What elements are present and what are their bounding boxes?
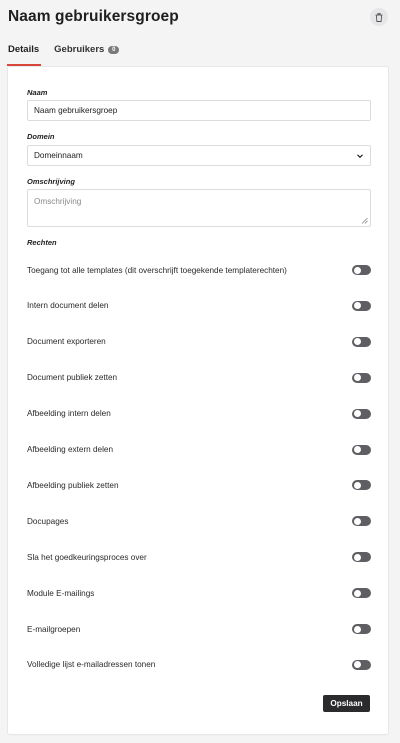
permission-toggle[interactable]	[352, 588, 371, 599]
permission-row: Document publiek zetten	[27, 371, 371, 385]
permission-label: Module E-mailings	[27, 588, 95, 598]
permission-toggle[interactable]	[352, 659, 371, 670]
trash-icon	[375, 12, 383, 22]
permission-row: Document exporteren	[27, 335, 371, 349]
tab-users-label: Gebruikers	[54, 44, 105, 55]
users-count-badge: 0	[108, 45, 120, 54]
permission-label: E-mailgroepen	[27, 624, 81, 634]
name-input[interactable]: Naam gebruikersgroep	[27, 100, 371, 121]
permission-row: Afbeelding intern delen	[27, 407, 371, 421]
description-placeholder: Omschrijving	[34, 197, 82, 206]
page-header: Naam gebruikersgroep	[0, 0, 400, 32]
permission-row: Toegang tot alle templates (dit overschr…	[27, 263, 371, 277]
permission-row: E-mailgroepen	[27, 622, 371, 636]
save-button[interactable]: Opslaan	[323, 695, 370, 712]
name-label: Naam	[27, 88, 48, 97]
page-title: Naam gebruikersgroep	[8, 8, 179, 25]
name-input-value: Naam gebruikersgroep	[34, 106, 118, 115]
permission-toggle[interactable]	[352, 624, 371, 634]
tab-bar: Details Gebruikers 0	[0, 32, 400, 66]
permission-label: Volledige lijst e-mailadressen tonen	[27, 660, 156, 670]
permission-label: Afbeelding extern delen	[27, 445, 114, 454]
resize-grip-icon[interactable]	[361, 217, 368, 224]
permission-toggle[interactable]	[352, 408, 371, 419]
permission-toggle[interactable]	[352, 300, 371, 311]
permission-label: Docupages	[27, 516, 69, 526]
description-label: Omschrijving	[27, 177, 75, 186]
permission-label: Sla het goedkeuringsproces over	[27, 552, 147, 562]
permission-row: Module E-mailings	[27, 586, 371, 600]
permission-label: Document publiek zetten	[27, 373, 118, 383]
description-textarea[interactable]: Omschrijving	[27, 189, 371, 227]
domain-select-value: Domeinnaam	[34, 151, 83, 160]
tab-details[interactable]: Details	[6, 44, 42, 66]
tab-details-label: Details	[8, 44, 40, 55]
permission-label: Afbeelding intern delen	[27, 409, 111, 419]
domain-label: Domein	[27, 132, 55, 141]
chevron-down-icon	[357, 153, 363, 158]
permission-toggle[interactable]	[352, 336, 371, 347]
permission-toggle[interactable]	[352, 372, 371, 383]
details-card: Naam Naam gebruikersgroep Domein Domeinn…	[8, 67, 388, 734]
domain-select[interactable]: Domeinnaam	[27, 145, 371, 166]
permission-label: Intern document delen	[27, 301, 109, 311]
permission-toggle[interactable]	[352, 265, 371, 275]
permission-toggle[interactable]	[352, 444, 371, 455]
tab-users[interactable]: Gebruikers 0	[54, 44, 120, 66]
permission-toggle[interactable]	[352, 516, 371, 527]
permission-row: Sla het goedkeuringsproces over	[27, 550, 371, 564]
permission-toggle[interactable]	[352, 552, 371, 563]
permission-row: Afbeelding publiek zetten	[27, 478, 371, 492]
permission-row: Intern document delen	[27, 299, 371, 313]
permission-toggle[interactable]	[352, 480, 371, 491]
delete-button[interactable]	[370, 8, 388, 26]
permission-row: Volledige lijst e-mailadressen tonen	[27, 658, 371, 672]
permission-label: Afbeelding publiek zetten	[27, 480, 119, 490]
permission-row: Docupages	[27, 514, 371, 528]
rights-label: Rechten	[27, 238, 57, 247]
permission-label: Toegang tot alle templates (dit overschr…	[27, 265, 287, 275]
permission-label: Document exporteren	[27, 337, 106, 347]
permission-row: Afbeelding extern delen	[27, 443, 371, 457]
